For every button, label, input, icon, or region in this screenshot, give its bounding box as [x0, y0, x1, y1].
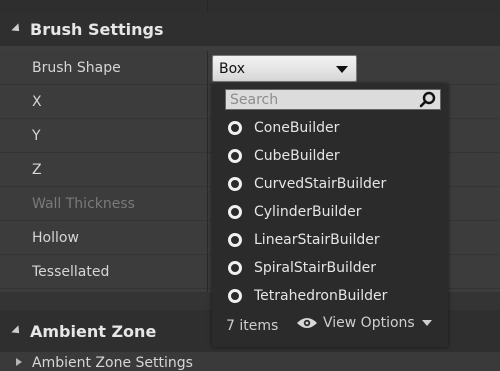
property-label: Y	[32, 128, 41, 144]
list-item[interactable]: ConeBuilder	[228, 115, 438, 141]
radio-icon	[228, 261, 242, 275]
radio-icon	[228, 121, 242, 135]
item-count: 7 items	[226, 318, 279, 334]
item-label: CylinderBuilder	[254, 204, 362, 220]
search-input[interactable]	[230, 90, 410, 109]
view-options-label: View Options	[323, 315, 415, 331]
item-label: SpiralStairBuilder	[254, 260, 377, 276]
list-item[interactable]: CubeBuilder	[228, 143, 438, 169]
collapse-triangle-icon[interactable]	[11, 23, 23, 35]
property-label: Hollow	[32, 230, 79, 246]
row-ambient-zone-settings[interactable]: Ambient Zone Settings	[0, 352, 500, 371]
item-label: CurvedStairBuilder	[254, 176, 387, 192]
value-column-divider	[207, 51, 208, 292]
expand-triangle-icon[interactable]	[16, 358, 22, 366]
item-label: TetrahedronBuilder	[254, 288, 388, 304]
column-divider	[207, 0, 208, 12]
item-label: LinearStairBuilder	[254, 232, 380, 248]
property-label: Z	[32, 162, 42, 178]
property-label: Wall Thickness	[32, 196, 135, 212]
radio-icon	[228, 149, 242, 163]
list-item[interactable]: LinearStairBuilder	[228, 227, 438, 253]
collapse-triangle-icon[interactable]	[11, 325, 23, 337]
picker-footer: 7 items View Options	[212, 310, 448, 340]
radio-icon	[228, 177, 242, 191]
top-strip	[0, 0, 500, 12]
radio-icon	[228, 289, 242, 303]
item-label: CubeBuilder	[254, 148, 340, 164]
list-item[interactable]: SpiralStairBuilder	[228, 255, 438, 281]
radio-icon	[228, 205, 242, 219]
list-item[interactable]: CylinderBuilder	[228, 199, 438, 225]
search-box[interactable]	[225, 89, 441, 110]
property-label: Brush Shape	[32, 60, 121, 76]
item-label: ConeBuilder	[254, 120, 340, 136]
property-label: Tessellated	[32, 264, 110, 280]
brush-shape-combobox[interactable]: Box	[212, 55, 357, 82]
class-picker-popup: ConeBuilder CubeBuilder CurvedStairBuild…	[212, 84, 448, 347]
combobox-value: Box	[219, 61, 246, 77]
category-title: Ambient Zone	[30, 321, 157, 341]
chevron-down-icon	[421, 320, 432, 326]
radio-icon	[228, 233, 242, 247]
category-brush-settings[interactable]: Brush Settings	[0, 12, 500, 46]
list-item[interactable]: TetrahedronBuilder	[228, 283, 438, 309]
search-icon	[419, 91, 436, 108]
list-item[interactable]: CurvedStairBuilder	[228, 171, 438, 197]
category-title: Brush Settings	[30, 19, 164, 39]
dropdown-arrow-icon	[336, 66, 348, 73]
view-options-button[interactable]: View Options	[296, 315, 432, 331]
property-label: Ambient Zone Settings	[32, 355, 193, 371]
property-label: X	[32, 94, 42, 110]
eye-icon	[297, 318, 317, 328]
